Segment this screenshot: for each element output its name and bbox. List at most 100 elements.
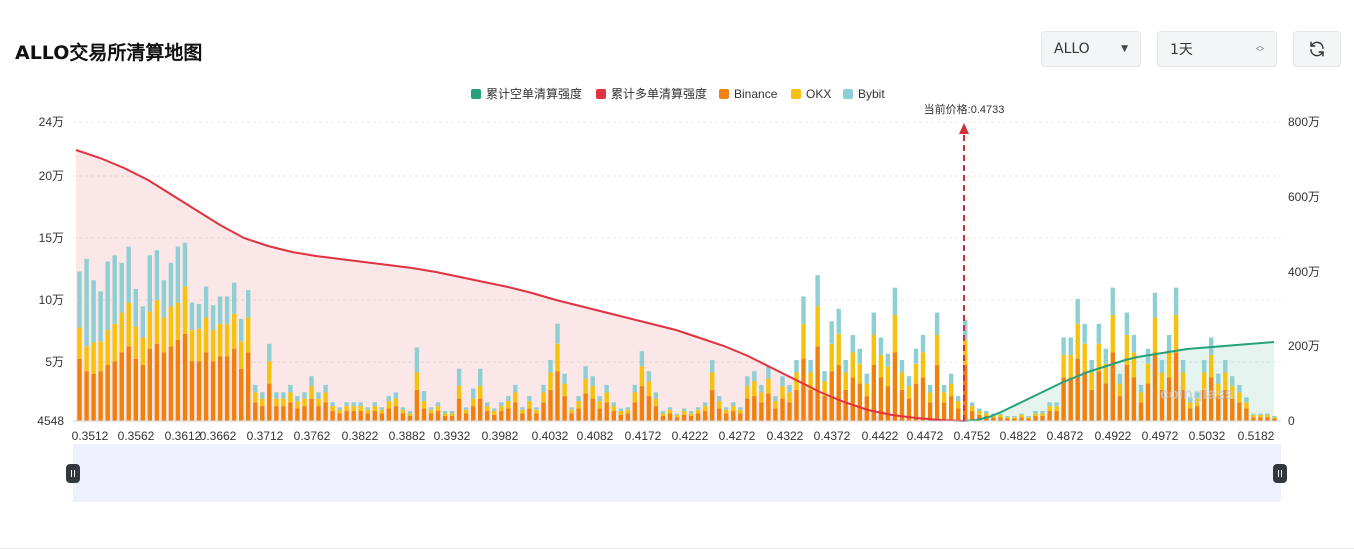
bar-bybit xyxy=(1026,416,1031,418)
legend-long[interactable]: 累计多单清算强度 xyxy=(596,86,707,101)
bar-okx xyxy=(956,401,961,409)
bar-bybit xyxy=(829,321,834,344)
bar-okx xyxy=(217,323,223,357)
bar-bybit xyxy=(984,411,989,414)
bar-bybit xyxy=(639,351,645,367)
bar-binance xyxy=(1082,371,1087,421)
bar-binance xyxy=(1040,416,1045,421)
bar-bybit xyxy=(885,353,891,367)
x-axis-tick: 0.4752 xyxy=(954,429,991,443)
bar-binance xyxy=(499,411,504,421)
bar-binance xyxy=(267,383,272,421)
bar-okx xyxy=(625,409,630,414)
bar-bybit xyxy=(302,392,307,399)
bar-bybit xyxy=(1082,323,1087,344)
left-axis-tick: 20万 xyxy=(39,169,64,183)
bar-okx xyxy=(358,406,363,412)
legend-short[interactable]: 累计空单清算强度 xyxy=(471,86,582,101)
zoom-handle-right[interactable] xyxy=(1273,464,1287,483)
bar-okx xyxy=(934,335,940,365)
bar-bybit xyxy=(1223,360,1228,373)
bar-okx xyxy=(569,409,574,414)
bar-okx xyxy=(780,386,785,399)
bar-binance xyxy=(1068,377,1073,421)
bar-binance xyxy=(787,402,792,421)
x-axis-tick: 0.4822 xyxy=(1000,429,1037,443)
bar-binance xyxy=(414,389,420,421)
bar-okx xyxy=(295,401,300,409)
bar-bybit xyxy=(463,407,469,410)
bar-okx xyxy=(815,306,820,347)
bar-bybit xyxy=(442,411,448,414)
bar-okx xyxy=(1068,355,1073,378)
x-axis-tick: 0.3562 xyxy=(118,429,155,443)
x-axis-tick: 0.5032 xyxy=(1189,429,1226,443)
bar-bybit xyxy=(168,262,174,307)
bar-bybit xyxy=(351,402,356,406)
bar-binance xyxy=(710,389,715,421)
bar-okx xyxy=(632,392,637,403)
bar-okx xyxy=(738,409,743,414)
x-axis-tick: 0.4222 xyxy=(672,429,709,443)
bar-okx xyxy=(724,409,729,414)
bar-okx xyxy=(681,411,687,415)
bar-okx xyxy=(463,409,469,414)
legend-okx[interactable]: OKX xyxy=(791,87,831,101)
bar-bybit xyxy=(274,392,279,399)
bar-binance xyxy=(956,408,961,421)
bar-okx xyxy=(1005,417,1010,419)
bar-binance xyxy=(133,358,138,421)
bar-binance xyxy=(913,383,919,421)
bar-bybit xyxy=(344,402,349,406)
bar-okx xyxy=(1138,392,1144,403)
bar-binance xyxy=(217,356,223,421)
bar-binance xyxy=(1251,417,1256,421)
bar-okx xyxy=(843,372,848,390)
legend-bybit[interactable]: Bybit xyxy=(843,87,885,101)
bar-binance xyxy=(463,413,469,421)
bar-binance xyxy=(1061,377,1066,421)
range-select[interactable]: 1天 ︿ ﹀ xyxy=(1157,31,1277,67)
bar-binance xyxy=(527,408,532,421)
bar-binance xyxy=(963,364,968,421)
bar-okx xyxy=(927,392,933,403)
bar-binance xyxy=(337,413,342,421)
bar-binance xyxy=(520,413,525,421)
bar-bybit xyxy=(1202,360,1207,373)
bar-bybit xyxy=(1258,413,1263,415)
bar-binance xyxy=(1258,417,1263,421)
bar-binance xyxy=(1047,411,1052,421)
bar-binance xyxy=(260,406,265,421)
bar-binance xyxy=(421,408,427,421)
legend-binance[interactable]: Binance xyxy=(719,87,778,101)
refresh-button[interactable] xyxy=(1293,31,1341,67)
bar-bybit xyxy=(1124,312,1130,335)
bar-bybit xyxy=(710,360,715,373)
bar-binance xyxy=(281,406,286,421)
bar-okx xyxy=(710,372,715,390)
symbol-select[interactable]: ALLO ▼ xyxy=(1041,31,1141,67)
bar-binance xyxy=(949,396,954,421)
bar-binance xyxy=(435,411,441,421)
zoom-slider[interactable] xyxy=(73,444,1281,502)
bar-okx xyxy=(98,341,103,372)
legend[interactable]: 累计空单清算强度 累计多单清算强度 Binance OKX Bybit xyxy=(471,86,885,101)
bar-binance xyxy=(316,406,321,421)
bar-binance xyxy=(1019,417,1024,421)
right-axis-tick: 800万 xyxy=(1288,115,1320,129)
bar-okx xyxy=(175,302,181,340)
bar-okx xyxy=(653,398,659,407)
bar-binance xyxy=(541,402,546,421)
zoom-handle-left[interactable] xyxy=(66,464,80,483)
bar-okx xyxy=(1082,343,1087,372)
bar-bybit xyxy=(822,371,827,382)
bar-okx xyxy=(913,363,919,384)
bar-okx xyxy=(562,383,567,397)
bar-binance xyxy=(548,389,553,421)
bar-binance xyxy=(611,411,616,421)
bar-okx xyxy=(787,392,792,403)
bar-binance xyxy=(203,352,209,421)
bar-bybit xyxy=(140,306,145,338)
bar-okx xyxy=(1145,363,1151,384)
bar-bybit xyxy=(808,360,813,373)
